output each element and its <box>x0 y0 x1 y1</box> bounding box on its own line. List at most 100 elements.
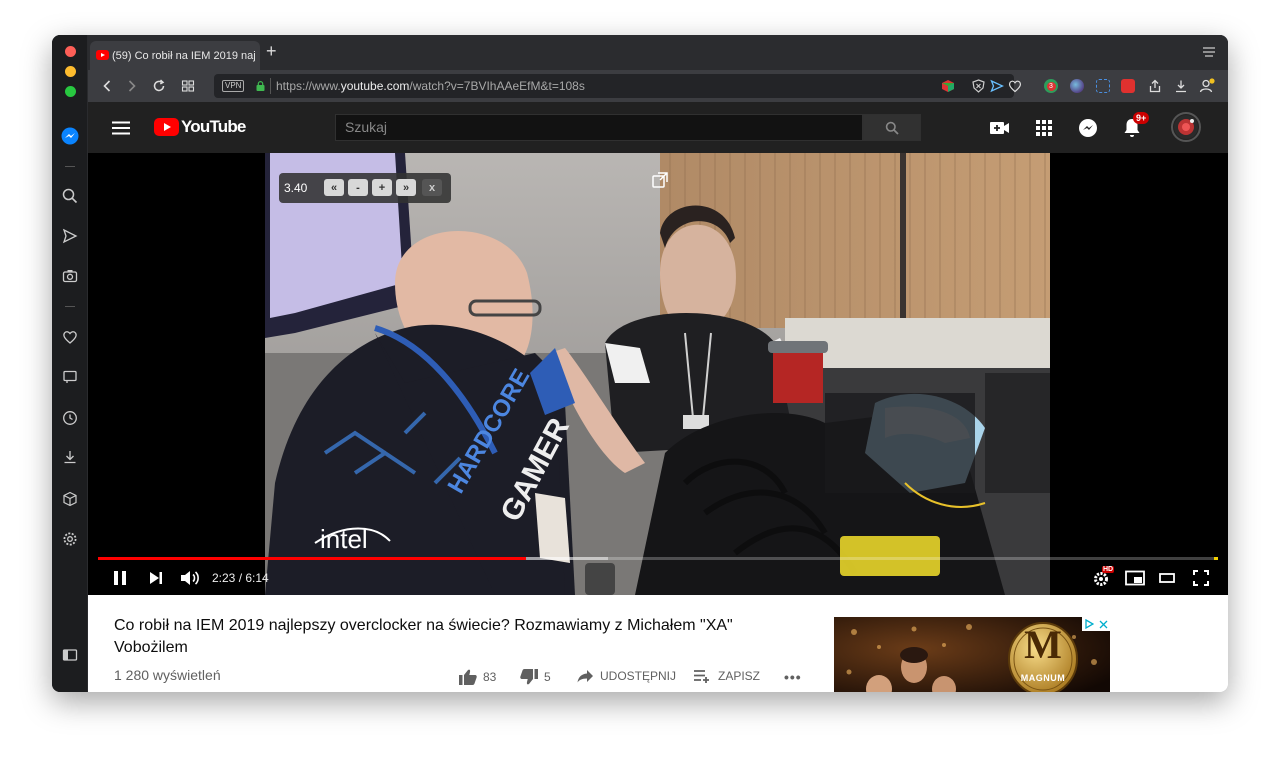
extension-cube-icon[interactable] <box>941 79 955 98</box>
ad-brand-name: MAGNUM <box>1020 673 1066 683</box>
volume-icon <box>181 571 199 585</box>
sidebar-divider <box>65 166 75 167</box>
browser-window: (59) Co robił na IEM 2019 naj + VPN http… <box>52 35 1228 692</box>
skip-next-icon <box>150 572 162 584</box>
pause-button[interactable] <box>110 566 130 590</box>
camera-icon[interactable] <box>60 266 80 286</box>
hamburger-menu-icon[interactable] <box>110 117 132 139</box>
url-field[interactable]: VPN https://www.youtube.com/watch?v=7BVI… <box>214 74 1022 98</box>
speed-reset-down-button[interactable]: « <box>324 179 344 196</box>
browser-sidebar <box>52 35 88 692</box>
apps-grid-icon[interactable] <box>1033 117 1055 139</box>
messages-icon[interactable] <box>1077 117 1099 139</box>
downloads-icon[interactable] <box>1172 77 1190 95</box>
search-button[interactable] <box>863 114 921 141</box>
save-button[interactable]: ZAPISZ <box>694 669 760 683</box>
tab-youtube[interactable]: (59) Co robił na IEM 2019 naj <box>90 41 260 70</box>
speed-reset-up-button[interactable]: » <box>396 179 416 196</box>
fullscreen-button[interactable] <box>1190 566 1212 590</box>
share-arrow-icon <box>577 670 593 683</box>
lock-icon <box>256 81 265 91</box>
video-info: Co robił na IEM 2019 najlepszy overclock… <box>88 595 1228 692</box>
youtube-favicon-icon <box>96 50 109 60</box>
share-button[interactable]: UDOSTĘPNIJ <box>577 669 676 683</box>
avatar[interactable] <box>1171 112 1201 142</box>
forward-arrow-icon[interactable] <box>123 77 141 95</box>
adchoices-icon[interactable] <box>1082 617 1096 631</box>
tab-title: (59) Co robił na IEM 2019 naj <box>112 49 256 62</box>
more-actions-button[interactable]: ••• <box>784 669 802 685</box>
theater-mode-icon <box>1159 573 1175 583</box>
search-icon <box>885 121 899 135</box>
dislike-button[interactable]: 5 <box>520 669 551 685</box>
history-icon[interactable] <box>60 408 80 428</box>
shield-icon[interactable] <box>972 79 985 98</box>
send-icon[interactable] <box>60 226 80 246</box>
extension-orb-icon[interactable] <box>1070 79 1084 93</box>
thumbs-up-icon <box>459 669 477 685</box>
next-video-button[interactable] <box>146 566 166 590</box>
download-icon[interactable] <box>60 447 80 467</box>
create-video-icon[interactable] <box>989 117 1011 139</box>
ad-close-icon[interactable] <box>1096 617 1110 631</box>
speed-increase-button[interactable]: + <box>372 179 392 196</box>
address-toolbar: VPN https://www.youtube.com/watch?v=7BVI… <box>88 70 1228 102</box>
sidebar-divider <box>65 306 75 307</box>
theater-mode-button[interactable] <box>1156 566 1178 590</box>
like-button[interactable]: 83 <box>459 669 496 685</box>
speed-close-button[interactable]: x <box>422 179 442 196</box>
messenger-icon[interactable] <box>60 126 80 146</box>
youtube-extension-icon[interactable] <box>1121 79 1135 93</box>
screenshot-extension-icon[interactable] <box>1096 79 1110 93</box>
current-time: 2:23 <box>212 571 236 585</box>
zoom-window-button[interactable] <box>65 86 76 97</box>
volume-button[interactable] <box>178 566 202 590</box>
extensions-cube-icon[interactable] <box>60 489 80 509</box>
fullscreen-icon <box>1193 570 1209 586</box>
url-text: https://www.youtube.com/watch?v=7BVIhAAe… <box>276 79 585 93</box>
url-prefix: https://www. <box>276 79 341 93</box>
settings-gear-icon[interactable] <box>60 529 80 549</box>
tabs-icon[interactable] <box>60 367 80 387</box>
minimize-window-button[interactable] <box>65 66 76 77</box>
save-label: ZAPISZ <box>718 669 761 683</box>
profile-icon[interactable] <box>1198 77 1216 95</box>
tab-bar: (59) Co robił na IEM 2019 naj + <box>88 35 1228 70</box>
speed-dial-grid-icon[interactable] <box>179 77 197 95</box>
video-player[interactable]: HARDCORE GAMER intel 3.40 « - + » x 2:23… <box>88 153 1228 595</box>
advertisement[interactable]: M MAGNUM <box>834 617 1110 692</box>
bookmark-heart-icon[interactable] <box>1008 79 1022 98</box>
share-icon[interactable] <box>1146 77 1164 95</box>
video-title: Co robił na IEM 2019 najlepszy overclock… <box>114 617 733 656</box>
progress-played <box>98 557 526 560</box>
speed-decrease-button[interactable]: - <box>348 179 368 196</box>
view-count: 1 280 wyświetleń <box>114 667 221 683</box>
youtube-logo[interactable]: YouTube <box>154 116 246 138</box>
tab-menu-icon[interactable] <box>1202 45 1216 63</box>
vpn-badge[interactable]: VPN <box>222 80 245 92</box>
search-icon[interactable] <box>60 186 80 206</box>
settings-button[interactable]: HD <box>1091 566 1115 590</box>
url-divider <box>270 78 271 94</box>
video-frame[interactable]: HARDCORE GAMER intel <box>265 153 1050 595</box>
flow-send-icon[interactable] <box>990 79 1005 98</box>
sidebar-toggle-icon[interactable] <box>60 645 80 665</box>
share-label: UDOSTĘPNIJ <box>600 669 677 683</box>
search-input[interactable]: Szukaj <box>335 114 863 141</box>
heart-icon[interactable] <box>60 327 80 347</box>
popout-icon[interactable] <box>651 171 669 189</box>
thumbs-down-icon <box>520 669 538 685</box>
close-window-button[interactable] <box>65 46 76 57</box>
add-to-playlist-icon <box>694 670 709 683</box>
url-host: youtube.com <box>340 79 410 93</box>
miniplayer-icon <box>1125 570 1145 586</box>
pause-icon <box>114 571 126 585</box>
progress-marker <box>1214 557 1218 560</box>
new-tab-button[interactable]: + <box>266 41 277 62</box>
progress-bar[interactable] <box>98 557 1218 560</box>
back-arrow-icon[interactable] <box>98 77 116 95</box>
miniplayer-button[interactable] <box>1124 566 1146 590</box>
extension-badge-icon[interactable]: 3 <box>1044 79 1058 93</box>
reload-icon[interactable] <box>150 77 168 95</box>
like-count: 83 <box>483 670 497 684</box>
